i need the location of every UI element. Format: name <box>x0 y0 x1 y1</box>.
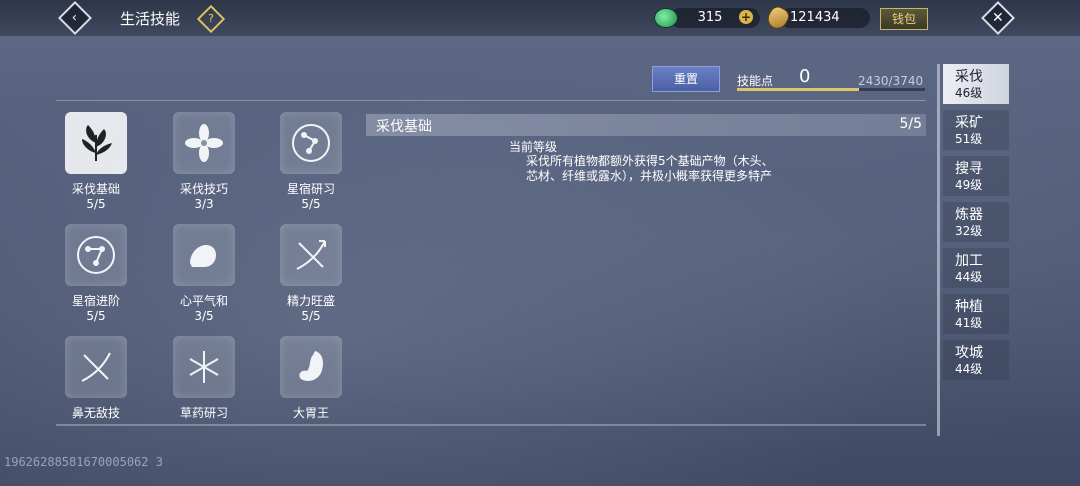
skill-name: 草药研习 <box>179 406 228 420</box>
jade-icon <box>654 8 678 28</box>
stomach-icon <box>280 336 342 398</box>
skill-item[interactable]: 采伐技巧 3/3 <box>164 112 244 211</box>
tab-name: 种植 <box>955 299 983 315</box>
divider <box>56 424 926 426</box>
skill-level: 3/5 <box>194 309 214 323</box>
skill-detail-header: 采伐基础 5/5 <box>366 114 926 136</box>
constellation-icon <box>280 112 342 174</box>
skill-points-value: 0 <box>799 66 811 87</box>
skill-item[interactable]: 星宿研习 5/5 <box>271 112 351 211</box>
tab-searching[interactable]: 搜寻 49级 <box>943 156 1009 196</box>
skill-detail-level: 5/5 <box>899 116 922 132</box>
tab-mining[interactable]: 采矿 51级 <box>943 110 1009 150</box>
skill-points-label: 技能点 <box>737 74 774 88</box>
tab-level: 44级 <box>955 270 983 284</box>
tab-planting[interactable]: 种植 41级 <box>943 294 1009 334</box>
skill-item[interactable]: 草药研习 <box>164 336 244 420</box>
skill-name: 采伐基础 <box>71 182 120 196</box>
skill-detail-title: 采伐基础 <box>376 119 432 135</box>
build-id: 19626288581670005062 3 <box>4 455 163 469</box>
skill-name: 大胃王 <box>292 406 329 420</box>
leaf-icon <box>65 112 127 174</box>
constellation-icon <box>65 224 127 286</box>
tab-refining[interactable]: 炼器 32级 <box>943 202 1009 242</box>
tab-name: 炼器 <box>955 207 983 223</box>
gold-amount: 121434 <box>790 10 840 25</box>
reset-button[interactable]: 重置 <box>652 66 720 92</box>
skill-grid: 采伐基础 5/5 采伐技巧 3/3 星宿研习 5/5 星宿进阶 5/5 心平气和… <box>56 112 356 420</box>
tab-siege[interactable]: 攻城 44级 <box>943 340 1009 380</box>
skill-item[interactable]: 大胃王 <box>271 336 351 420</box>
tab-level: 46级 <box>955 86 983 100</box>
current-level-label: 当前等级 <box>509 140 558 154</box>
tab-level: 44级 <box>955 362 983 376</box>
tab-level: 32级 <box>955 224 983 238</box>
close-icon: ✕ <box>981 1 1015 35</box>
skill-name: 采伐技巧 <box>179 182 228 196</box>
skill-name: 精力旺盛 <box>286 294 335 308</box>
tab-name: 加工 <box>955 253 983 269</box>
back-arrow-icon: ‹ <box>58 1 92 35</box>
tab-level: 51级 <box>955 132 983 146</box>
back-button[interactable]: ‹ <box>58 1 92 35</box>
skill-name: 星宿研习 <box>286 182 335 196</box>
skill-points-bar-fill <box>737 88 860 91</box>
category-tabs: 采伐 46级 采矿 51级 搜寻 49级 炼器 32级 加工 44级 种植 41… <box>937 64 1080 436</box>
skill-name: 星宿进阶 <box>71 294 120 308</box>
top-bar: ‹ 生活技能 ? 315 + 121434 钱包 ✕ <box>0 0 1080 36</box>
arm-icon <box>173 224 235 286</box>
question-icon[interactable]: ? <box>196 4 226 34</box>
tab-logging[interactable]: 采伐 46级 <box>943 64 1009 104</box>
skill-level: 3/3 <box>194 197 214 211</box>
bow-icon <box>280 224 342 286</box>
skill-description: 采伐所有植物都额外获得5个基础产物（木头、芯材、纤维或露水），并极小概率获得更多… <box>526 154 774 183</box>
skill-item[interactable]: 采伐基础 5/5 <box>56 112 136 211</box>
tab-level: 41级 <box>955 316 983 330</box>
skill-level: 5/5 <box>86 309 106 323</box>
skill-item[interactable]: 心平气和 3/5 <box>164 224 244 323</box>
tab-name: 搜寻 <box>955 161 983 177</box>
skill-level: 5/5 <box>301 309 321 323</box>
bow-icon <box>65 336 127 398</box>
tab-processing[interactable]: 加工 44级 <box>943 248 1009 288</box>
herb-icon <box>173 336 235 398</box>
close-button[interactable]: ✕ <box>981 1 1015 35</box>
skill-item[interactable]: 精力旺盛 5/5 <box>271 224 351 323</box>
tab-level: 49级 <box>955 178 983 192</box>
skill-name: 鼻无敌技 <box>71 406 120 420</box>
tab-name: 攻城 <box>955 345 983 361</box>
jade-amount: 315 <box>697 10 723 25</box>
skill-item[interactable]: 鼻无敌技 <box>56 336 136 420</box>
wallet-button[interactable]: 钱包 <box>880 8 928 30</box>
tab-rail <box>937 64 940 436</box>
skill-name: 心平气和 <box>179 294 228 308</box>
skill-level: 5/5 <box>301 197 321 211</box>
skill-points-progress: 2430/3740 <box>858 74 924 88</box>
add-currency-button[interactable]: + <box>739 10 753 24</box>
tab-name: 采矿 <box>955 115 983 131</box>
skill-points-bar <box>737 88 925 91</box>
skill-item[interactable]: 星宿进阶 5/5 <box>56 224 136 323</box>
tab-name: 采伐 <box>955 69 983 85</box>
flower-icon <box>173 112 235 174</box>
page-title: 生活技能 <box>120 10 181 28</box>
divider <box>56 100 926 101</box>
skill-level: 5/5 <box>86 197 106 211</box>
